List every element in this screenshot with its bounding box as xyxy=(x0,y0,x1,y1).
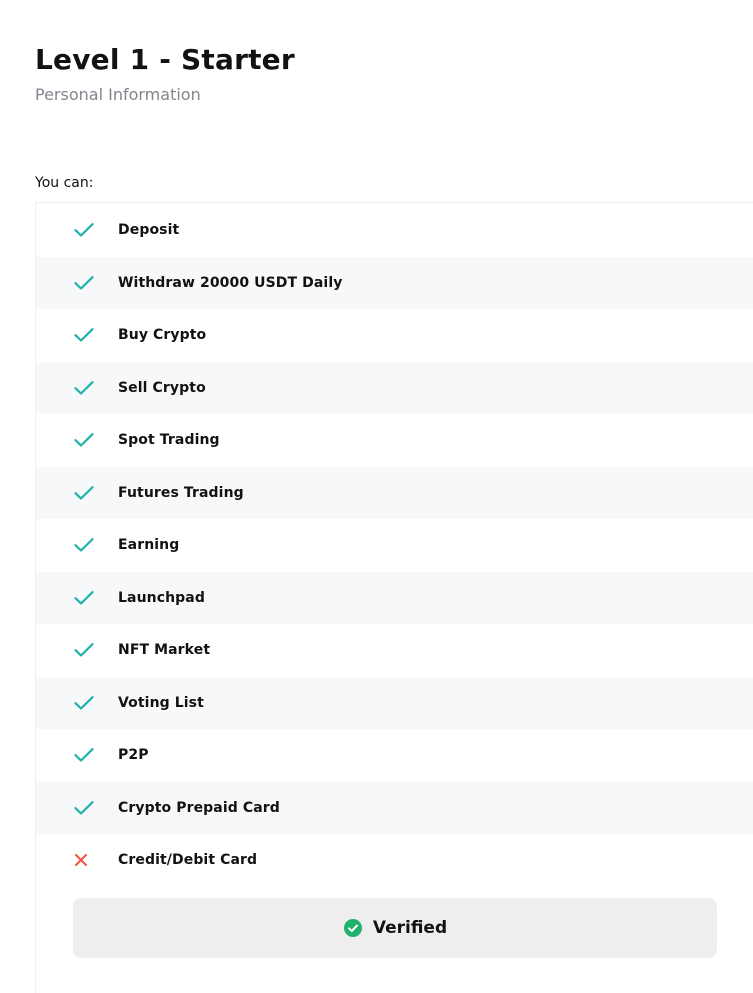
verified-status: Verified xyxy=(343,918,447,938)
check-icon xyxy=(73,797,95,819)
feature-label: Deposit xyxy=(118,222,180,239)
verified-label: Verified xyxy=(372,918,448,938)
check-icon xyxy=(73,377,95,399)
check-icon xyxy=(73,692,95,714)
feature-label: Crypto Prepaid Card xyxy=(118,799,280,816)
feature-row: Launchpad xyxy=(36,571,753,624)
feature-label: Sell Crypto xyxy=(118,379,206,396)
feature-row: Credit/Debit Card xyxy=(36,834,753,887)
feature-row: Withdraw 20000 USDT Daily xyxy=(36,256,753,309)
feature-row: P2P xyxy=(36,729,753,782)
feature-row: Earning xyxy=(36,519,753,572)
feature-label: Withdraw 20000 USDT Daily xyxy=(118,274,343,291)
feature-label: Voting List xyxy=(118,694,204,711)
feature-row: Sell Crypto xyxy=(36,361,753,414)
feature-label: Launchpad xyxy=(118,589,205,606)
page-subtitle: Personal Information xyxy=(35,85,201,104)
feature-row: NFT Market xyxy=(36,624,753,677)
check-circle-icon-svg xyxy=(343,919,362,937)
check-icon xyxy=(73,429,95,451)
kyc-level-page: Level 1 - Starter Personal Information Y… xyxy=(0,0,753,993)
feature-row: Deposit xyxy=(36,204,753,257)
check-icon xyxy=(73,744,95,766)
feature-label: Earning xyxy=(118,537,180,554)
feature-label: Spot Trading xyxy=(118,432,220,449)
feature-label: NFT Market xyxy=(118,642,211,659)
feature-row: Buy Crypto xyxy=(36,309,753,362)
feature-list: Deposit Withdraw 20000 USDT Daily Buy Cryp… xyxy=(36,204,753,887)
check-icon xyxy=(73,482,95,504)
check-icon xyxy=(73,639,95,661)
feature-label: Buy Crypto xyxy=(118,327,207,344)
feature-label: P2P xyxy=(118,747,149,764)
page-title: Level 1 - Starter xyxy=(35,43,295,76)
feature-label: Credit/Debit Card xyxy=(118,852,258,869)
feature-row: Futures Trading xyxy=(36,466,753,519)
cross-icon xyxy=(73,849,95,871)
features-intro: You can: xyxy=(35,175,94,191)
feature-label: Futures Trading xyxy=(118,484,244,501)
check-icon xyxy=(73,219,95,241)
features-panel: Deposit Withdraw 20000 USDT Daily Buy Cryp… xyxy=(35,202,753,993)
check-circle-icon xyxy=(343,918,363,938)
verified-status-button[interactable]: Verified xyxy=(73,898,717,958)
check-icon xyxy=(73,534,95,556)
feature-row: Voting List xyxy=(36,676,753,729)
feature-row: Spot Trading xyxy=(36,414,753,467)
feature-row: Crypto Prepaid Card xyxy=(36,781,753,834)
check-icon xyxy=(73,272,95,294)
check-icon xyxy=(73,324,95,346)
check-icon xyxy=(73,587,95,609)
